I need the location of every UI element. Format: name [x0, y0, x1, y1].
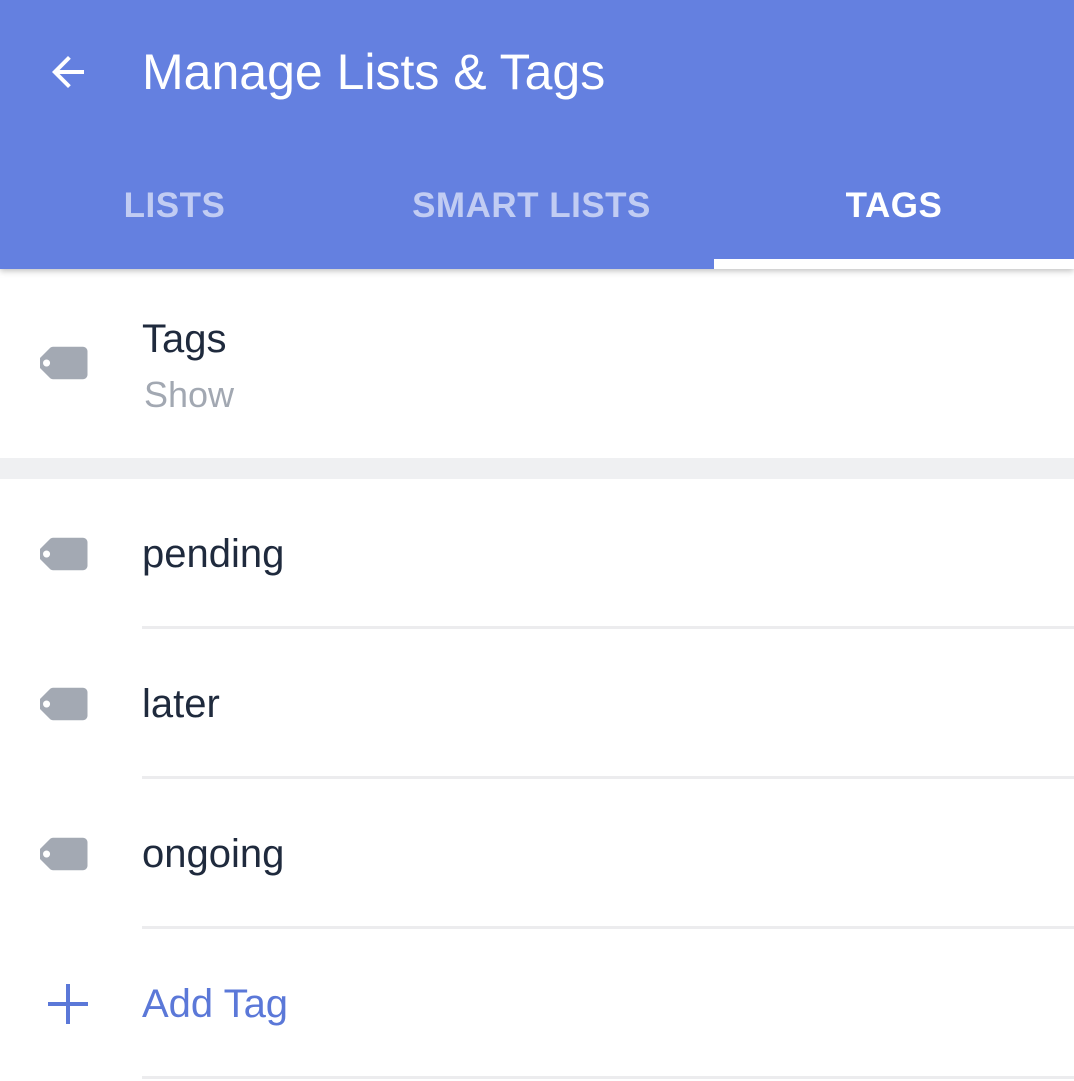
- list-item-tag[interactable]: later: [0, 629, 1074, 779]
- tag-icon: [36, 672, 100, 736]
- back-button[interactable]: [36, 40, 100, 104]
- tag-icon: [36, 822, 100, 886]
- tab-lists-label: LISTS: [123, 185, 226, 225]
- tags-visibility-row[interactable]: Tags Show: [0, 269, 1074, 458]
- section-divider: [0, 458, 1074, 479]
- list-item-tag[interactable]: pending: [0, 479, 1074, 629]
- add-tag-label: Add Tag: [142, 981, 289, 1026]
- page-title: Manage Lists & Tags: [142, 44, 606, 100]
- tag-label: ongoing: [142, 831, 285, 876]
- tags-row-title: Tags: [142, 317, 227, 361]
- tag-icon: [36, 331, 100, 395]
- app-bar: Manage Lists & Tags LISTS SMART LISTS TA…: [0, 0, 1074, 269]
- tag-icon: [36, 522, 100, 586]
- arrow-back-icon: [52, 56, 84, 88]
- tab-lists[interactable]: LISTS: [0, 150, 349, 269]
- selected-tab-indicator: [714, 259, 1074, 269]
- tab-bar: LISTS SMART LISTS TAGS: [0, 150, 1074, 269]
- tag-label: pending: [142, 531, 285, 576]
- add-tag-button[interactable]: Add Tag: [0, 929, 1074, 1079]
- tab-tags[interactable]: TAGS: [714, 150, 1074, 269]
- tags-row-subtitle: Show: [144, 374, 235, 415]
- plus-icon: [36, 972, 100, 1036]
- tab-smart-lists[interactable]: SMART LISTS: [349, 150, 714, 269]
- list-item-tag[interactable]: ongoing: [0, 779, 1074, 929]
- tab-smart-lists-label: SMART LISTS: [412, 185, 651, 225]
- row-divider: [142, 1076, 1074, 1079]
- tab-tags-label: TAGS: [845, 185, 943, 225]
- tag-label: later: [142, 681, 220, 726]
